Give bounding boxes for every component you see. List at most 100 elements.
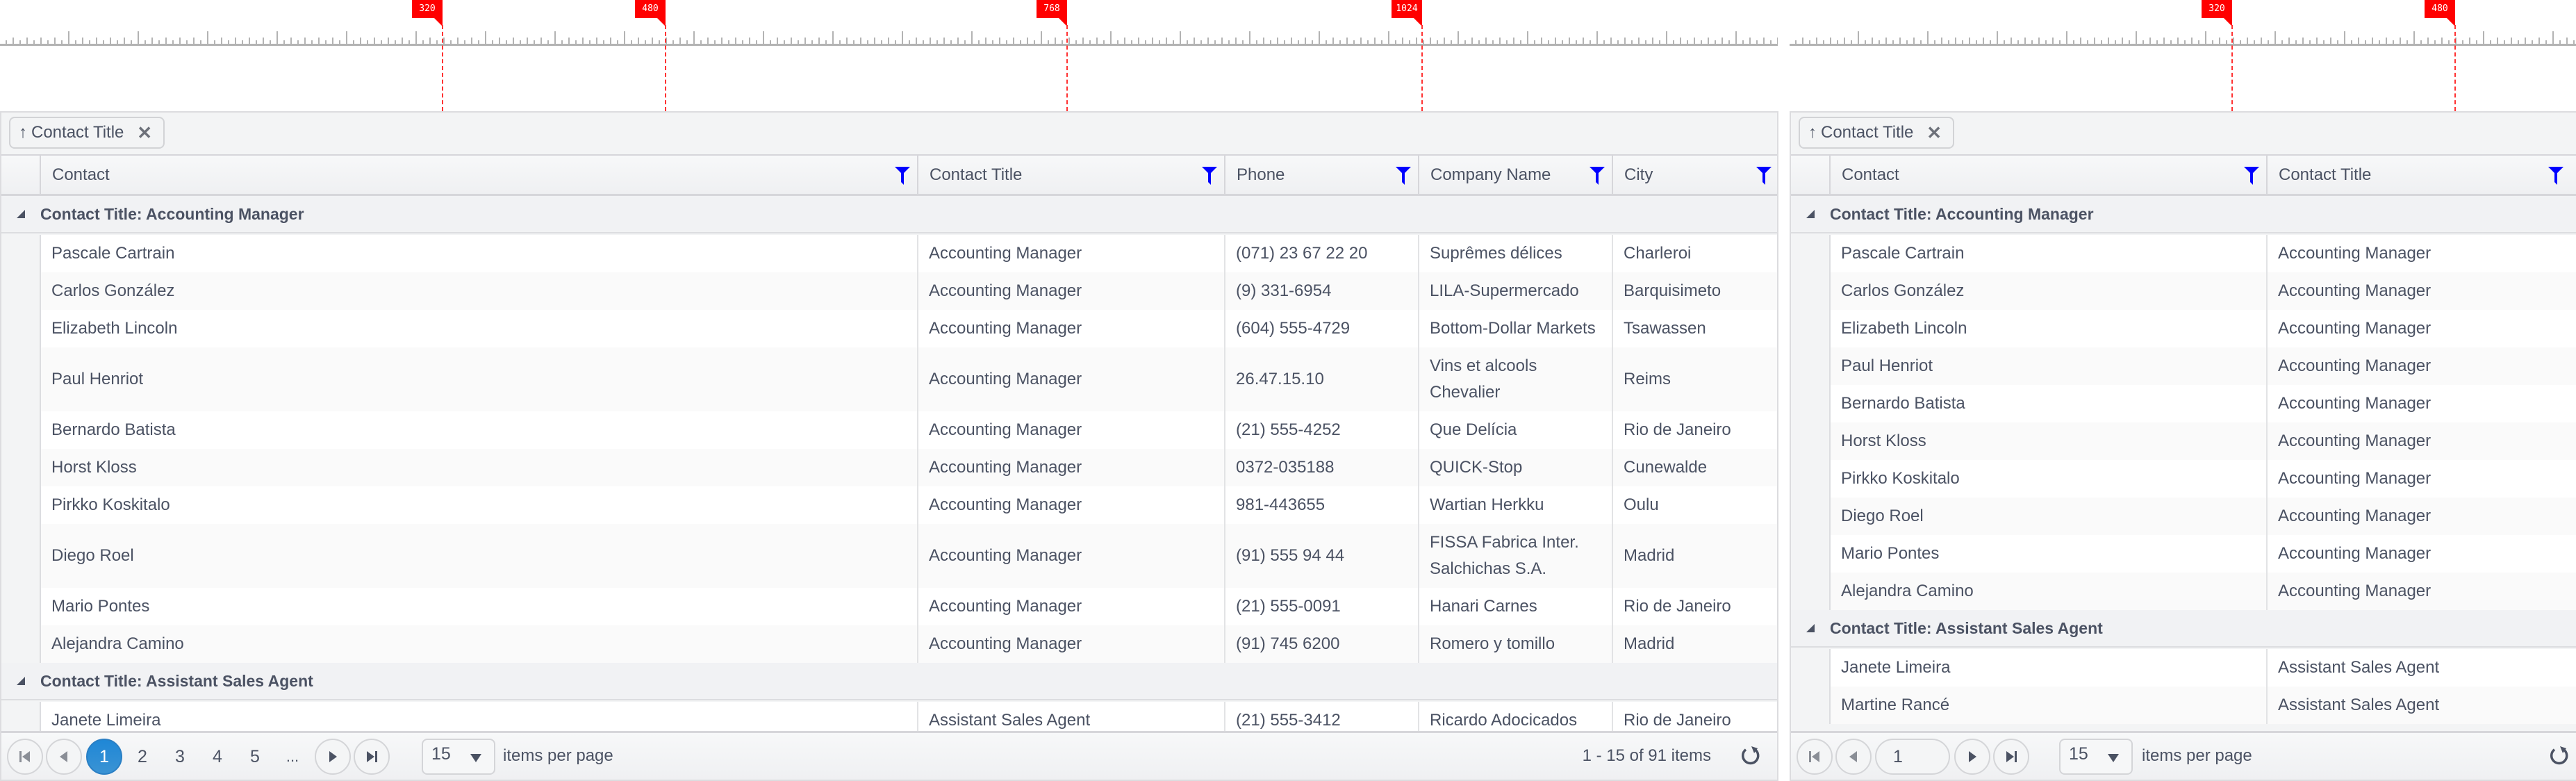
ruler-tick bbox=[1152, 38, 1153, 44]
group-chip[interactable]: ↑ Contact Title ✕ bbox=[9, 117, 165, 149]
table-row[interactable]: Mario Pontes Accounting Manager (21) 555-0… bbox=[40, 588, 1777, 625]
ruler-tick bbox=[1955, 38, 1956, 44]
table-row[interactable]: Bernardo Batista Accounting Manager (21) 5… bbox=[40, 411, 1777, 449]
next-page-icon bbox=[329, 751, 337, 762]
page-button-1[interactable]: 1 bbox=[86, 739, 122, 775]
column-header-phone[interactable]: Phone bbox=[1224, 156, 1418, 195]
table-row[interactable]: Elizabeth Lincoln Accounting Manager (604)… bbox=[40, 310, 1777, 347]
table-cell: Accounting Manager bbox=[917, 272, 1224, 310]
table-row[interactable]: Bernardo Batista Accounting Manager bbox=[1829, 385, 2576, 422]
close-icon[interactable]: ✕ bbox=[137, 122, 152, 144]
collapse-group-icon[interactable] bbox=[17, 677, 25, 685]
table-cell: Pirkko Koskitalo bbox=[1829, 460, 2266, 498]
previous-page-icon bbox=[60, 751, 67, 762]
table-cell: Accounting Manager bbox=[2266, 310, 2576, 347]
ruler-tick bbox=[1471, 38, 1473, 44]
table-row[interactable]: Alejandra Camino Accounting Manager (91) 7… bbox=[40, 625, 1777, 663]
collapse-group-icon[interactable] bbox=[1806, 624, 1815, 632]
page-button-2[interactable]: 2 bbox=[124, 739, 160, 775]
ruler-tick bbox=[110, 38, 111, 44]
ruler-tick bbox=[1844, 38, 1845, 44]
filter-icon[interactable] bbox=[1756, 167, 1772, 185]
table-cell: Alejandra Camino bbox=[1829, 573, 2266, 610]
ruler-tick bbox=[1263, 38, 1264, 44]
ruler-tick bbox=[1802, 38, 1803, 44]
ruler-tick bbox=[1708, 38, 1709, 44]
group-row[interactable]: Contact Title: Assistant Sales Agent bbox=[1791, 610, 2576, 648]
table-row[interactable]: Pirkko Koskitalo Accounting Manager 981-44… bbox=[40, 486, 1777, 524]
group-chip[interactable]: ↑ Contact Title ✕ bbox=[1799, 117, 1954, 149]
group-row[interactable]: Contact Title: Accounting Manager bbox=[1791, 196, 2576, 233]
table-row[interactable]: Pascale Cartrain Accounting Manager (071) … bbox=[40, 235, 1777, 272]
table-row[interactable]: Mario Pontes Accounting Manager bbox=[1829, 535, 2576, 573]
ruler-tick bbox=[82, 38, 83, 44]
more-pages-button[interactable]: ... bbox=[274, 739, 311, 775]
table-row[interactable]: Horst Kloss Accounting Manager bbox=[1829, 422, 2576, 460]
ruler-tick bbox=[2400, 38, 2401, 44]
ruler-tick bbox=[1858, 31, 1859, 44]
first-page-button[interactable] bbox=[7, 739, 43, 775]
collapse-group-icon[interactable] bbox=[17, 210, 25, 218]
ruler-tick bbox=[916, 38, 917, 44]
table-row[interactable]: Carlos González Accounting Manager bbox=[1829, 272, 2576, 310]
column-header-contact[interactable]: Contact bbox=[40, 156, 917, 195]
page-button-5[interactable]: 5 bbox=[237, 739, 273, 775]
filter-icon[interactable] bbox=[1202, 167, 1217, 185]
table-row[interactable]: Martine Rancé Assistant Sales Agent bbox=[1829, 687, 2576, 724]
page-size-select[interactable]: 15 bbox=[422, 739, 495, 775]
column-header-contact[interactable]: Contact bbox=[1829, 156, 2266, 195]
filter-icon[interactable] bbox=[1590, 167, 1605, 185]
group-row[interactable]: Contact Title: Accounting Manager bbox=[1, 196, 1777, 233]
table-row[interactable]: Paul Henriot Accounting Manager 26.47.15.1… bbox=[40, 347, 1777, 411]
ruler-tick bbox=[2372, 38, 2373, 44]
ruler-tick bbox=[652, 38, 653, 44]
collapse-group-icon[interactable] bbox=[1806, 210, 1815, 218]
next-page-button[interactable] bbox=[315, 739, 351, 775]
page-number-input[interactable]: 1 bbox=[1875, 739, 1950, 775]
table-row[interactable]: Diego Roel Accounting Manager bbox=[1829, 498, 2576, 535]
ruler-tick bbox=[2274, 31, 2276, 44]
table-cell: Mario Pontes bbox=[1829, 535, 2266, 573]
page-size-select[interactable]: 15 bbox=[2059, 739, 2133, 775]
first-page-button[interactable] bbox=[1797, 739, 1833, 775]
ruler-tick bbox=[596, 38, 597, 44]
table-row[interactable]: Pirkko Koskitalo Accounting Manager bbox=[1829, 460, 2576, 498]
table-row[interactable]: Carlos González Accounting Manager (9) 331… bbox=[40, 272, 1777, 310]
table-cell: Hanari Carnes bbox=[1418, 588, 1612, 625]
ruler-tick bbox=[513, 38, 514, 44]
previous-page-button[interactable] bbox=[46, 739, 82, 775]
close-icon[interactable]: ✕ bbox=[1926, 122, 1942, 144]
table-row[interactable]: Paul Henriot Accounting Manager bbox=[1829, 347, 2576, 385]
column-header-contact-title[interactable]: Contact Title bbox=[2266, 156, 2576, 195]
refresh-icon[interactable] bbox=[2548, 745, 2570, 767]
ruler-tick bbox=[1485, 38, 1487, 44]
filter-icon[interactable] bbox=[1396, 167, 1411, 185]
next-page-button[interactable] bbox=[1954, 739, 1990, 775]
column-header-city[interactable]: City bbox=[1612, 156, 1777, 195]
filter-icon[interactable] bbox=[2244, 167, 2259, 185]
ruler-tick bbox=[290, 38, 292, 44]
ruler-tick bbox=[1388, 31, 1389, 44]
table-row[interactable]: Elizabeth Lincoln Accounting Manager bbox=[1829, 310, 2576, 347]
last-page-button[interactable] bbox=[1993, 739, 2029, 775]
filter-icon[interactable] bbox=[2548, 167, 2563, 185]
table-row[interactable]: Janete Limeira Assistant Sales Agent bbox=[1829, 649, 2576, 687]
group-row[interactable]: Contact Title: Assistant Sales Agent bbox=[1, 663, 1777, 700]
table-row[interactable]: Janete Limeira Assistant Sales Agent (21) … bbox=[40, 702, 1777, 731]
ruler-tick bbox=[1872, 38, 1873, 44]
previous-page-button[interactable] bbox=[1835, 739, 1872, 775]
table-row[interactable]: Pascale Cartrain Accounting Manager bbox=[1829, 235, 2576, 272]
ruler-tick bbox=[735, 38, 736, 44]
filter-icon[interactable] bbox=[895, 167, 910, 185]
last-page-button[interactable] bbox=[354, 739, 390, 775]
table-row[interactable]: Diego Roel Accounting Manager (91) 555 94 … bbox=[40, 524, 1777, 588]
column-header-contact-title[interactable]: Contact Title bbox=[917, 156, 1224, 195]
table-row[interactable]: Alejandra Camino Accounting Manager bbox=[1829, 573, 2576, 610]
refresh-icon[interactable] bbox=[1740, 745, 1762, 767]
grid-header: Contact Contact Title Phone Company Name… bbox=[1, 156, 1777, 196]
page-button-3[interactable]: 3 bbox=[162, 739, 198, 775]
table-row[interactable]: Horst Kloss Accounting Manager 0372-035188… bbox=[40, 449, 1777, 486]
page-button-4[interactable]: 4 bbox=[199, 739, 236, 775]
table-cell: Pascale Cartrain bbox=[1829, 235, 2266, 272]
column-header-company-name[interactable]: Company Name bbox=[1418, 156, 1612, 195]
